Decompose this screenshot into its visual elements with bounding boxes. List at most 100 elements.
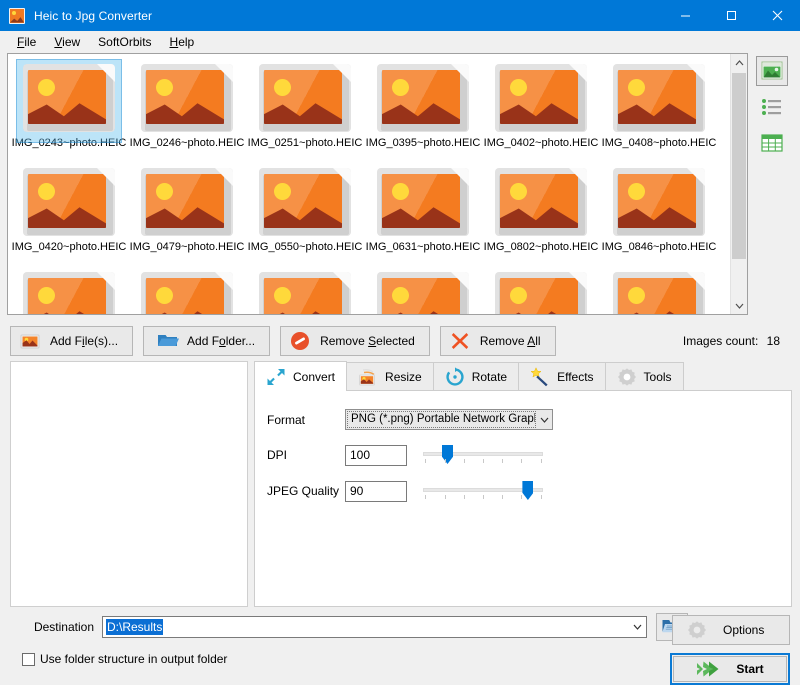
title-bar: Heic to Jpg Converter [0, 0, 800, 31]
thumbnail-item[interactable]: IMG_0408~photo.HEIC [600, 58, 718, 162]
add-files-label: Add File(s)... [50, 334, 118, 348]
thumbnail-item[interactable]: IMG_0802~photo.HEIC [482, 162, 600, 266]
tab-rotate[interactable]: Rotate [433, 362, 519, 391]
tab-resize[interactable]: Resize [346, 362, 434, 391]
thumbnail-image [139, 166, 235, 238]
thumbnail-label: IMG_0395~photo.HEIC [366, 137, 481, 150]
format-label: Format [267, 413, 345, 427]
add-files-button[interactable]: Add File(s)... [10, 326, 133, 356]
scrollbar-thumb[interactable] [732, 73, 746, 259]
settings-panel: Convert Resize [254, 361, 792, 607]
tab-tools[interactable]: Tools [605, 362, 684, 391]
chevron-up-icon[interactable] [731, 54, 748, 71]
remove-selected-label: Remove Selected [320, 334, 415, 348]
settings-tabs: Convert Resize [254, 361, 792, 391]
dpi-row: DPI [255, 444, 791, 466]
chevron-down-icon[interactable] [629, 624, 646, 630]
menu-item-view[interactable]: View [45, 33, 89, 51]
start-button[interactable]: Start [673, 656, 787, 682]
options-button[interactable]: Options [672, 615, 790, 645]
add-folder-button[interactable]: Add Folder... [143, 326, 270, 356]
menu-item-file[interactable]: File [8, 33, 45, 51]
dpi-input[interactable] [345, 445, 407, 466]
scrollbar-track[interactable] [731, 71, 748, 297]
tab-convert-label: Convert [293, 370, 335, 384]
thumbnail-item[interactable]: IMG_0550~photo.HEIC [246, 162, 364, 266]
thumbnail-image [611, 166, 707, 238]
images-count-value: 18 [767, 334, 780, 348]
thumbnail-item[interactable]: IMG_0251~photo.HEIC [246, 58, 364, 162]
format-select[interactable]: PNG (*.png) Portable Network Graphics [345, 409, 553, 430]
thumbnail-item[interactable] [10, 266, 128, 314]
thumbnail-label: IMG_0251~photo.HEIC [248, 137, 363, 150]
thumbnail-item[interactable] [482, 266, 600, 314]
thumbnail-item[interactable]: IMG_0402~photo.HEIC [482, 58, 600, 162]
dpi-slider[interactable] [423, 444, 543, 466]
remove-selected-button[interactable]: Remove Selected [280, 326, 430, 356]
thumbnail-item[interactable]: IMG_0631~photo.HEIC [364, 162, 482, 266]
dpi-slider-ticks [423, 459, 543, 465]
jpeg-quality-row: JPEG Quality [255, 480, 791, 502]
table-icon[interactable] [756, 128, 788, 158]
thumbnail-image [375, 62, 471, 134]
thumbnail-item[interactable] [600, 266, 718, 314]
tab-effects[interactable]: Effects [518, 362, 605, 391]
images-count: Images count: 18 [683, 334, 780, 348]
jpeg-quality-label: JPEG Quality [267, 484, 345, 498]
minimize-icon[interactable] [662, 0, 708, 31]
options-label: Options [723, 623, 764, 637]
preview-panel[interactable] [10, 361, 248, 607]
close-icon[interactable] [754, 0, 800, 31]
convert-arrows-icon [266, 367, 286, 387]
chevron-down-icon[interactable] [537, 417, 552, 423]
dpi-slider-track [423, 452, 543, 456]
middle-section: Convert Resize [0, 361, 800, 607]
gallery-scrollbar[interactable] [730, 54, 747, 314]
thumbnail-label: IMG_0420~photo.HEIC [12, 241, 127, 254]
thumbnail-item[interactable]: IMG_0479~photo.HEIC [128, 162, 246, 266]
menu-view-rest: iew [62, 35, 80, 49]
window-title: Heic to Jpg Converter [34, 9, 662, 23]
tab-effects-label: Effects [557, 370, 593, 384]
thumbnail-label: IMG_0408~photo.HEIC [602, 137, 717, 150]
menu-bar: File View SoftOrbits Help [0, 31, 800, 53]
chevron-down-icon[interactable] [731, 297, 748, 314]
application-window: Heic to Jpg Converter File View SoftOrbi… [0, 0, 800, 683]
thumbnail-item[interactable]: IMG_0243~photo.HEIC [10, 58, 128, 162]
format-value: PNG (*.png) Portable Network Graphics [347, 411, 536, 428]
menu-softorbits-label: SoftOrbits [98, 35, 151, 49]
menu-item-help[interactable]: Help [161, 33, 204, 51]
menu-item-softorbits[interactable]: SoftOrbits [89, 33, 160, 51]
format-row: Format PNG (*.png) Portable Network Grap… [255, 409, 791, 430]
thumbnail-item[interactable] [364, 266, 482, 314]
thumbnail-label: IMG_0802~photo.HEIC [484, 241, 599, 254]
use-folder-structure-checkbox[interactable] [22, 653, 35, 666]
remove-all-button[interactable]: Remove All [440, 326, 556, 356]
thumbnail-image [257, 62, 353, 134]
thumbnail-row-partial [10, 266, 730, 314]
remove-all-label: Remove All [480, 334, 541, 348]
thumbnail-row: IMG_0420~photo.HEIC IMG_0479~photo.HEIC … [10, 162, 730, 266]
thumbnail-item[interactable]: IMG_0420~photo.HEIC [10, 162, 128, 266]
thumbnail-item[interactable]: IMG_0246~photo.HEIC [128, 58, 246, 162]
destination-input[interactable]: D:\Results [102, 616, 647, 638]
thumbnail-item[interactable] [128, 266, 246, 314]
thumbnail-image [139, 62, 235, 134]
thumbnail-label: IMG_0479~photo.HEIC [130, 241, 245, 254]
thumbnail-image [21, 62, 117, 134]
magic-wand-icon [530, 367, 550, 387]
thumbnails-icon[interactable] [756, 56, 788, 86]
thumbnail-label: IMG_0631~photo.HEIC [366, 241, 481, 254]
maximize-icon[interactable] [708, 0, 754, 31]
green-arrow-icon [696, 659, 722, 679]
thumbnail-item[interactable] [246, 266, 364, 314]
thumbnail-item[interactable]: IMG_0846~photo.HEIC [600, 162, 718, 266]
gear-icon [687, 620, 707, 640]
thumbnail-item[interactable]: IMG_0395~photo.HEIC [364, 58, 482, 162]
jpeg-quality-input[interactable] [345, 481, 407, 502]
thumbnail-image [493, 166, 589, 238]
tab-convert[interactable]: Convert [254, 361, 347, 391]
gallery-row: IMG_0243~photo.HEIC IMG_0246~photo.HEIC … [0, 53, 800, 315]
jpeg-quality-slider[interactable] [423, 480, 543, 502]
list-icon[interactable] [756, 92, 788, 122]
